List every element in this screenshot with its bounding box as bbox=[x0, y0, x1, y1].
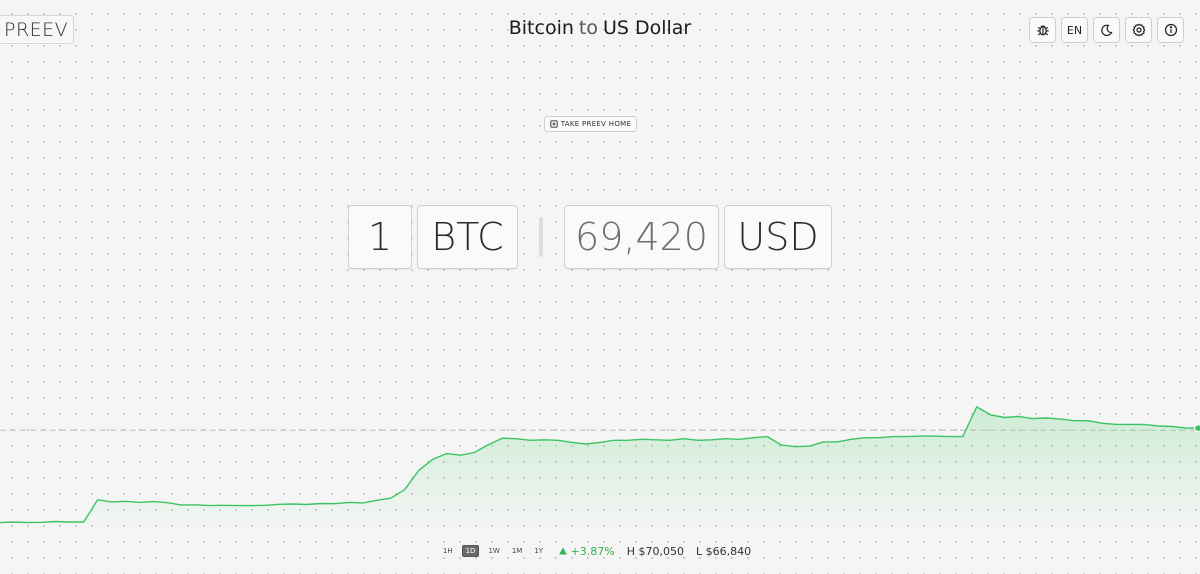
price-area bbox=[0, 406, 1200, 530]
chart-controls: 1H 1D 1W 1M 1Y +3.87% H $70,050 L $66,84… bbox=[0, 543, 1200, 559]
dark-mode-button[interactable] bbox=[1093, 17, 1120, 43]
bug-icon bbox=[1036, 25, 1049, 36]
to-currency-select[interactable]: USD bbox=[724, 205, 832, 269]
gear-icon bbox=[1132, 23, 1145, 37]
title-target: US Dollar bbox=[602, 17, 692, 39]
current-price-point[interactable] bbox=[1193, 424, 1200, 433]
amount-input[interactable]: 1 bbox=[348, 205, 412, 269]
range-1h-button[interactable]: 1H bbox=[440, 546, 456, 556]
range-1d-button[interactable]: 1D bbox=[461, 545, 480, 557]
range-1m-button[interactable]: 1M bbox=[509, 546, 526, 556]
price-chart[interactable] bbox=[0, 400, 1200, 530]
price-change-value: +3.87% bbox=[570, 544, 615, 558]
language-button[interactable]: EN bbox=[1061, 17, 1088, 43]
converter-divider bbox=[539, 217, 543, 257]
moon-icon bbox=[1101, 24, 1113, 36]
add-square-icon bbox=[550, 120, 558, 128]
title-connector: to bbox=[578, 17, 598, 39]
low-price: L $66,840 bbox=[695, 544, 752, 558]
info-button[interactable] bbox=[1157, 17, 1184, 43]
take-preev-home-button[interactable]: TAKE PREEV HOME bbox=[544, 116, 637, 132]
converter: 1 BTC 69,420 USD bbox=[0, 205, 1200, 269]
info-icon bbox=[1164, 23, 1177, 37]
title-from: Bitcoin bbox=[508, 17, 574, 39]
high-price: H $70,050 bbox=[626, 544, 684, 558]
price-change: +3.87% bbox=[559, 545, 615, 558]
range-1w-button[interactable]: 1W bbox=[485, 546, 502, 556]
home-button-label: TAKE PREEV HOME bbox=[560, 120, 632, 128]
range-1y-button[interactable]: 1Y bbox=[531, 546, 546, 556]
top-toolbar: EN bbox=[1029, 17, 1184, 43]
bug-report-button[interactable] bbox=[1029, 17, 1056, 43]
triangle-up-icon bbox=[559, 547, 567, 555]
settings-button[interactable] bbox=[1125, 17, 1152, 43]
page-title: Bitcoin to US Dollar bbox=[0, 17, 1200, 39]
result-input[interactable]: 69,420 bbox=[564, 205, 719, 269]
from-currency-select[interactable]: BTC bbox=[417, 205, 518, 269]
